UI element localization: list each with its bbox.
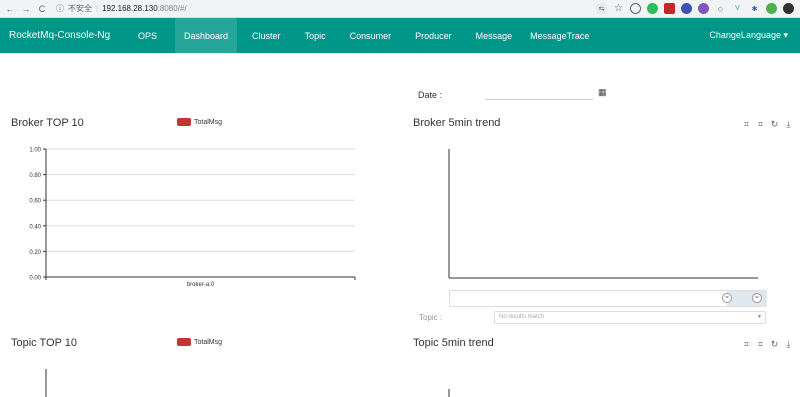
y-tick-label: 0.60 — [29, 199, 41, 205]
broker-top-chart: 1.00 0.80 0.60 0.40 0.20 0.00 broker-a:0 — [29, 148, 356, 288]
nav-message[interactable]: Message — [467, 18, 522, 53]
topic-filter-label: Topic : — [419, 313, 443, 322]
shield-extension-icon[interactable]: ◇ — [715, 3, 726, 14]
download-icon[interactable]: ⤓ — [784, 120, 793, 129]
forward-icon[interactable]: → — [20, 3, 32, 15]
app-brand[interactable]: RocketMq-Console-Ng — [9, 30, 127, 41]
broker-top-legend[interactable]: TotalMsg — [177, 118, 222, 126]
evernote-icon[interactable] — [647, 3, 658, 14]
url-host: 192.168.28.130 — [102, 4, 158, 13]
calendar-icon[interactable]: ▦ — [598, 87, 607, 98]
restore-icon[interactable]: ↻ — [770, 340, 779, 349]
nav-topic[interactable]: Topic — [296, 18, 335, 53]
slider-left-handle[interactable]: = — [722, 293, 732, 303]
chevron-down-icon: ▾ — [757, 314, 761, 320]
y-tick-label: 0.20 — [29, 250, 41, 256]
y-tick-label: 0.00 — [29, 276, 41, 282]
extension-icon[interactable] — [630, 3, 641, 14]
zoom-icon[interactable]: ⌗ — [742, 340, 751, 349]
nav-messagetrace[interactable]: MessageTrace — [521, 18, 598, 53]
security-label: 不安全 — [68, 4, 92, 13]
topic-trend-chart — [448, 389, 450, 397]
slider-right-handle[interactable]: = — [752, 293, 762, 303]
topic-trend-toolbox: ⌗ ⌗ ↻ ⤓ — [742, 340, 793, 349]
red-extension-icon[interactable] — [664, 3, 675, 14]
zoom-icon[interactable]: ⌗ — [742, 120, 751, 129]
nav-cluster[interactable]: Cluster — [243, 18, 290, 53]
zoom-reset-icon[interactable]: ⌗ — [756, 120, 765, 129]
legend-label: TotalMsg — [194, 338, 223, 346]
download-icon[interactable]: ⤓ — [784, 340, 793, 349]
url-path: :8080/#/ — [157, 4, 187, 13]
zoom-reset-icon[interactable]: ⌗ — [756, 340, 765, 349]
trend-zoom-slider[interactable]: = = — [449, 290, 767, 307]
broker-top-title: Broker TOP 10 — [11, 117, 84, 129]
nav-ops[interactable]: OPS — [129, 18, 166, 53]
legend-swatch — [177, 118, 191, 126]
nav-dashboard[interactable]: Dashboard — [175, 18, 238, 53]
broker-trend-chart — [448, 149, 758, 279]
back-icon[interactable]: ← — [4, 3, 16, 15]
green-extension-icon[interactable] — [766, 3, 777, 14]
purple-extension-icon[interactable] — [698, 3, 709, 14]
topic-top-title: Topic TOP 10 — [11, 337, 78, 349]
vue-icon[interactable]: V — [732, 3, 743, 14]
y-tick-label: 0.40 — [29, 224, 41, 230]
browser-toolbar: ← → C ⓘ 不安全 | 192.168.28.130 :8080/#/ ⇆ … — [0, 0, 800, 18]
legend-label: TotalMsg — [194, 118, 223, 126]
topic-trend-title: Topic 5min trend — [413, 337, 494, 349]
change-language-dropdown[interactable]: ChangeLanguage ▾ — [709, 18, 788, 53]
nav-consumer[interactable]: Consumer — [341, 18, 401, 53]
y-tick-label: 0.80 — [29, 173, 41, 179]
address-bar[interactable]: ⓘ 不安全 | 192.168.28.130 :8080/#/ — [56, 2, 616, 15]
broker-trend-toolbox: ⌗ ⌗ ↻ ⤓ — [742, 120, 793, 129]
x-tick-label: broker-a:0 — [187, 282, 215, 288]
nav-producer[interactable]: Producer — [406, 18, 461, 53]
restore-icon[interactable]: ↻ — [770, 120, 779, 129]
topic-top-legend[interactable]: TotalMsg — [177, 338, 222, 346]
profile-avatar-icon[interactable] — [783, 3, 794, 14]
legend-swatch — [177, 338, 191, 346]
bookmark-star-icon[interactable]: ☆ — [613, 3, 624, 14]
translate-icon[interactable]: ⇆ — [596, 3, 607, 14]
top-navbar: RocketMq-Console-Ng OPS Dashboard Cluste… — [0, 18, 800, 53]
info-icon[interactable]: ⓘ — [56, 3, 64, 14]
blue-extension-icon[interactable] — [681, 3, 692, 14]
date-input[interactable] — [485, 86, 593, 100]
topic-select-placeholder: No results match — [499, 314, 545, 320]
topic-select[interactable]: No results match ▾ — [494, 311, 766, 324]
star-extension-icon[interactable]: ✱ — [749, 3, 760, 14]
reload-icon[interactable]: C — [36, 3, 48, 15]
broker-trend-title: Broker 5min trend — [413, 117, 501, 129]
extension-icons: ⇆ ☆ ◇ V ✱ — [596, 3, 794, 14]
date-label: Date : — [418, 90, 443, 100]
topic-top-chart — [45, 369, 47, 397]
y-tick-label: 1.00 — [29, 148, 41, 154]
